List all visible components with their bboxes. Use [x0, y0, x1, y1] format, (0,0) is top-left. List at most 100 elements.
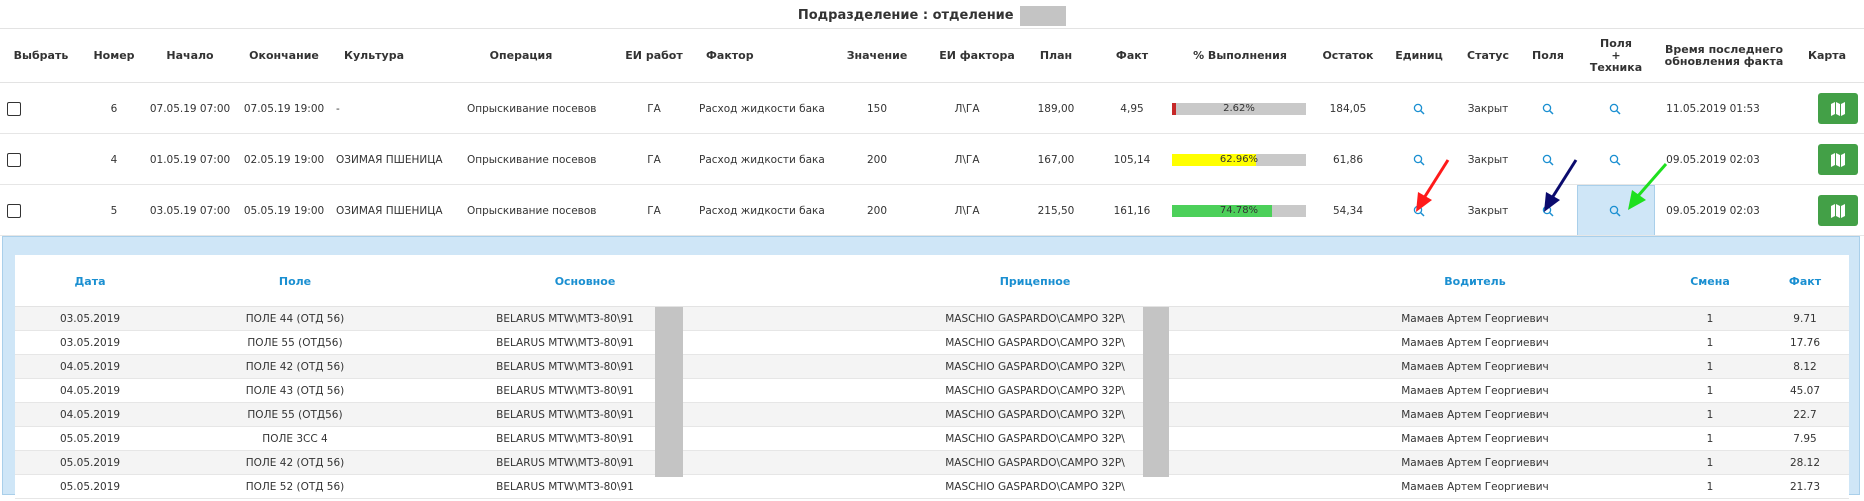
dcell-driver: Мамаев Артем Георгиевич: [1401, 457, 1549, 469]
progress-bar: 2.62%: [1172, 102, 1306, 115]
dcell-shift: 1: [1706, 433, 1714, 445]
magnifier-icon-fields-tech[interactable]: [1608, 185, 1622, 236]
dcell-driver: Мамаев Артем Георгиевич: [1401, 433, 1549, 445]
checkbox[interactable]: [7, 203, 21, 218]
dcell-shift: 1: [1706, 409, 1714, 421]
col-culture[interactable]: Культура: [344, 30, 444, 82]
map-button[interactable]: [1818, 144, 1858, 175]
dcell-driver: Мамаев Артем Георгиевич: [1401, 337, 1549, 349]
dcol-date[interactable]: Дата: [35, 255, 145, 307]
row-checkbox[interactable]: [6, 185, 22, 236]
col-operation[interactable]: Операция: [460, 30, 582, 82]
cell-progress: 74.78%: [1172, 185, 1306, 236]
magnifier-icon-fields-tech[interactable]: [1608, 83, 1622, 134]
cell-progress: 2.62%: [1172, 83, 1306, 134]
arrow-icon-navy: [1544, 159, 1578, 212]
detail-row: 05.05.2019 ПОЛЕ 3СС 4 BELARUS MTW\МТЗ-80\9…: [15, 427, 1849, 451]
col-percent[interactable]: % Выполнения: [1180, 30, 1300, 82]
magnifier-icon-fields[interactable]: [1541, 83, 1555, 134]
detail-row: 03.05.2019 ПОЛЕ 55 (ОТД56) BELARUS MTW\МТЗ…: [15, 331, 1849, 355]
col-factor-unit[interactable]: ЕИ фактора: [932, 30, 1022, 82]
dcell-trailer: MASCHIO GASPARDO\CAMPO 32P\: [945, 409, 1125, 421]
dcol-trailer[interactable]: Прицепное: [935, 255, 1135, 307]
cell-factor: Расход жидкости бака: [699, 153, 825, 166]
magnifier-icon-fields-tech[interactable]: [1608, 134, 1622, 185]
dcell-main: BELARUS MTW\МТЗ-80\91: [496, 433, 634, 445]
dcell-trailer: MASCHIO GASPARDO\CAMPO 32P\: [945, 457, 1125, 469]
detail-row: 04.05.2019 ПОЛЕ 42 (ОТД 56) BELARUS MTW\МТ…: [15, 355, 1849, 379]
dcell-trailer: MASCHIO GASPARDO\CAMPO 32P\: [945, 337, 1125, 349]
page-title-text: Подразделение : отделение: [797, 8, 1014, 23]
dcell-driver: Мамаев Артем Георгиевич: [1401, 481, 1549, 493]
dcol-fact[interactable]: Факт: [1775, 255, 1835, 307]
cell-operation: Опрыскивание посевов: [467, 102, 597, 115]
dcell-shift: 1: [1706, 385, 1714, 397]
cell-factor-unit: Л\ГА: [954, 102, 980, 115]
col-fields[interactable]: Поля: [1524, 30, 1572, 82]
cell-plan: 167,00: [1037, 153, 1075, 166]
table-row: 6 07.05.19 07:00 07.05.19 19:00- Опрыскиван…: [0, 83, 1864, 134]
col-factor[interactable]: Фактор: [706, 30, 806, 82]
map-icon: [1830, 101, 1846, 116]
page-title: Подразделение : отделение: [0, 5, 1864, 27]
row-checkbox[interactable]: [6, 134, 22, 185]
dcell-main: BELARUS MTW\МТЗ-80\91: [496, 481, 634, 493]
cell-last-update: 09.05.2019 02:03: [1666, 153, 1760, 166]
dcell-driver: Мамаев Артем Георгиевич: [1401, 385, 1549, 397]
dcell-main: BELARUS MTW\МТЗ-80\91: [496, 313, 634, 325]
col-status[interactable]: Статус: [1460, 30, 1516, 82]
dcell-date: 04.05.2019: [59, 385, 121, 397]
cell-work-unit: ГА: [647, 204, 661, 217]
dcell-date: 05.05.2019: [59, 457, 121, 469]
col-remainder[interactable]: Остаток: [1316, 30, 1380, 82]
col-start[interactable]: Начало: [150, 30, 230, 82]
map-button[interactable]: [1818, 195, 1858, 226]
dcol-driver[interactable]: Водитель: [1385, 255, 1565, 307]
dcell-fact: 8.12: [1793, 361, 1817, 373]
map-button[interactable]: [1818, 93, 1858, 124]
cell-number: 5: [110, 204, 118, 217]
col-plan[interactable]: План: [1030, 30, 1082, 82]
dcell-trailer: MASCHIO GASPARDO\CAMPO 32P\: [945, 481, 1125, 493]
cell-last-update: 09.05.2019 02:03: [1666, 204, 1760, 217]
dcell-fact: 22.7: [1793, 409, 1817, 421]
detail-row: 05.05.2019 ПОЛЕ 42 (ОТД 56) BELARUS MTW\МТ…: [15, 451, 1849, 475]
col-work-unit[interactable]: ЕИ работ: [620, 30, 688, 82]
dcell-date: 05.05.2019: [59, 433, 121, 445]
cell-start: 07.05.19 07:00: [149, 102, 231, 115]
cell-fact: 4,95: [1120, 102, 1144, 115]
cell-value: 200: [866, 153, 888, 166]
dcol-main[interactable]: Основное: [485, 255, 685, 307]
dcell-main: BELARUS MTW\МТЗ-80\91: [496, 409, 634, 421]
dcell-main: BELARUS MTW\МТЗ-80\91: [496, 457, 634, 469]
table-row: 4 01.05.19 07:00 02.05.19 19:00 ОЗИМАЯ ПШЕН…: [0, 134, 1864, 185]
dcol-shift[interactable]: Смена: [1675, 255, 1745, 307]
col-value[interactable]: Значение: [842, 30, 912, 82]
redacted-block: [1020, 5, 1067, 26]
detail-row: 04.05.2019 ПОЛЕ 43 (ОТД 56) BELARUS MTW\МТ…: [15, 379, 1849, 403]
col-last-update[interactable]: Время последнего обновления факта: [1660, 30, 1788, 82]
cell-operation: Опрыскивание посевов: [467, 204, 597, 217]
col-number[interactable]: Номер: [88, 30, 140, 82]
checkbox[interactable]: [7, 101, 21, 116]
dcell-field: ПОЛЕ 52 (ОТД 56): [245, 481, 345, 493]
cell-status: Закрыт: [1467, 153, 1509, 166]
dcell-trailer: MASCHIO GASPARDO\CAMPO 32P\: [945, 361, 1125, 373]
col-fields-tech[interactable]: Поля + Техника: [1582, 30, 1650, 82]
cell-number: 6: [110, 102, 118, 115]
col-units[interactable]: Единиц: [1390, 30, 1448, 82]
cell-start: 01.05.19 07:00: [149, 153, 231, 166]
row-checkbox[interactable]: [6, 83, 22, 134]
col-map[interactable]: Карта: [1800, 30, 1854, 82]
col-fact[interactable]: Факт: [1106, 30, 1158, 82]
dcol-field[interactable]: Поле: [205, 255, 385, 307]
col-end[interactable]: Окончание: [244, 30, 324, 82]
progress-bar: 74.78%: [1172, 204, 1306, 217]
redacted-block: [1143, 307, 1169, 477]
checkbox[interactable]: [7, 152, 21, 167]
magnifier-icon-units[interactable]: [1412, 83, 1426, 134]
dcell-trailer: MASCHIO GASPARDO\CAMPO 32P\: [945, 433, 1125, 445]
dcell-fact: 17.76: [1789, 337, 1821, 349]
col-select[interactable]: Выбрать: [8, 30, 74, 82]
detail-panel: Дата Поле Основное Прицепное Водитель См…: [2, 236, 1860, 499]
